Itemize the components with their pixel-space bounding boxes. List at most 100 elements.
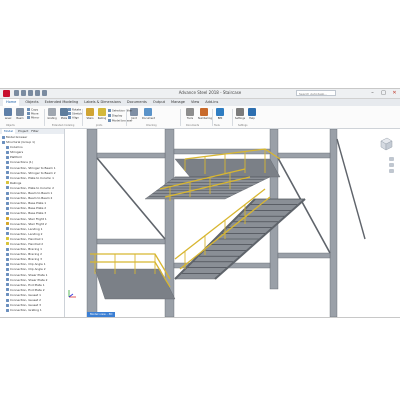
tree-item-label: Connection, Base Plate 1 <box>10 201 47 206</box>
title-bar: Advance Steel 2018 - Staircase Search Au… <box>0 89 400 99</box>
joint-icon <box>6 303 9 307</box>
joint-icon <box>6 262 9 266</box>
railing-icon <box>6 181 9 185</box>
document-button[interactable]: Document <box>142 108 155 120</box>
joint-icon <box>6 166 9 170</box>
tree-item-label: Connection, Base Plate 2 <box>10 206 47 211</box>
selection-filter-button[interactable]: Selection filter <box>108 109 132 113</box>
steel-beam <box>96 238 166 245</box>
joint-icon <box>6 201 9 205</box>
railing-icon <box>6 242 9 246</box>
ribbon-button-label: Tools <box>186 117 194 120</box>
ribbon-tab-add-ins[interactable]: Add-ins <box>205 99 218 106</box>
tools-button[interactable]: Tools <box>184 108 196 120</box>
staircase-3d-model[interactable] <box>65 129 400 317</box>
beam-button[interactable]: Beam <box>14 108 26 120</box>
stairs-icon <box>86 108 94 116</box>
ribbon-tab-manage[interactable]: Manage <box>171 99 185 106</box>
ribbon-separator <box>82 109 83 126</box>
app-logo-icon[interactable] <box>3 90 10 97</box>
search-input[interactable]: Search Autodesk... <box>296 90 336 96</box>
ribbon-small-label: Model browser <box>112 118 133 123</box>
panel-tab-filter[interactable]: Filter <box>31 129 38 134</box>
ribbon-tab-output[interactable]: Output <box>153 99 165 106</box>
save-icon[interactable] <box>28 90 33 96</box>
ribbon-tab-view[interactable]: View <box>191 99 199 106</box>
copy-icon <box>27 108 30 111</box>
orbit-icon[interactable] <box>389 169 394 173</box>
minimize-button[interactable]: – <box>369 90 376 96</box>
undo-icon[interactable] <box>35 90 40 96</box>
help-button[interactable]: Help <box>246 108 258 120</box>
tree-item-label: Connection, Handrail 2 <box>10 241 44 246</box>
ribbon-button-label: BIM <box>217 117 223 120</box>
plate-icon <box>60 108 68 116</box>
railing-button[interactable]: Railing <box>96 108 108 120</box>
ribbon-small-label: Align <box>72 115 80 120</box>
stairs-button[interactable]: Stairs <box>84 108 96 120</box>
joint-icon <box>6 160 9 164</box>
ribbon-tab-extended-modeling[interactable]: Extended Modeling <box>45 99 79 106</box>
numbering-button[interactable]: Numbering <box>198 108 212 120</box>
stairs-icon <box>6 222 9 226</box>
ribbon-button-label: Settings <box>234 117 246 120</box>
tree-item-label: Connection, Base Plate 3 <box>10 211 47 216</box>
joint-icon <box>6 298 9 302</box>
align-button[interactable]: Align <box>68 116 79 120</box>
3d-viewport[interactable]: Model view - 3D <box>65 129 400 317</box>
tree-item-label: Connection, Beam to Beam 1 <box>10 191 53 196</box>
zoom-icon[interactable] <box>389 163 394 167</box>
model-browser-button[interactable]: Model browser <box>108 119 132 123</box>
close-button[interactable]: ✕ <box>391 90 398 96</box>
level-button[interactable]: Level <box>2 108 14 120</box>
grating-button[interactable]: Grating <box>46 108 58 120</box>
ribbon: Level Beam Grating Plate Stairs Railing Joint D… <box>0 106 400 129</box>
tree-item-label: Connection, Plate to Column 1 <box>10 175 54 180</box>
panel-tab-project[interactable]: Project <box>18 129 28 134</box>
ribbon-tab-labels-dimensions[interactable]: Labels & Dimensions <box>84 99 121 106</box>
bim-button[interactable]: BIM <box>214 108 226 120</box>
tree-item-label: Connection, End Plate 2 <box>10 287 45 292</box>
tree-item-label: Connection, Bracing 3 <box>10 257 42 262</box>
maximize-button[interactable]: □ <box>380 90 387 96</box>
pan-icon[interactable] <box>389 157 394 161</box>
new-icon[interactable] <box>14 90 19 96</box>
ribbon-button-label: Plate <box>60 117 68 120</box>
grating-icon <box>48 108 56 116</box>
ribbon-tab-documents[interactable]: Documents <box>127 99 147 106</box>
tree-item-label: Connection, End Plate 1 <box>10 282 45 287</box>
redo-icon[interactable] <box>42 90 47 96</box>
settings-button[interactable]: Settings <box>234 108 246 120</box>
plate-icon <box>6 227 9 231</box>
ribbon-small-label: Selection filter <box>112 108 133 113</box>
display-icon <box>108 114 111 117</box>
ribbon-tab-home[interactable]: Home <box>3 99 20 106</box>
quick-access-toolbar <box>14 90 47 96</box>
tree-item-label: Railings <box>10 180 22 185</box>
ribbon-button-label: Grating <box>47 117 57 120</box>
tree-item-label: Platform <box>10 155 23 160</box>
upper-landing-grating <box>174 158 281 178</box>
joint-icon <box>6 191 9 195</box>
settings-icon <box>236 108 244 116</box>
mirror-button[interactable]: Mirror <box>27 116 39 120</box>
beam-icon <box>16 108 24 116</box>
joint-icon <box>6 196 9 200</box>
window-controls: – □ ✕ <box>369 90 398 96</box>
tree-item-label: Connection, Shear Plate 2 <box>10 277 48 282</box>
ribbon-group-label: Settings <box>238 124 248 127</box>
ribbon-tab-objects[interactable]: Objects <box>25 99 38 106</box>
tree-item[interactable]: Connection, Grating 1 <box>0 308 64 313</box>
panel-tab-model[interactable]: Model <box>2 129 16 134</box>
joint-icon <box>6 211 9 215</box>
ribbon-separator <box>212 109 213 126</box>
tree-item-label: Connection, Gusset 3 <box>10 303 41 308</box>
viewcube-icon[interactable] <box>378 136 394 152</box>
mirror-icon <box>27 116 30 119</box>
viewport-tab[interactable]: Model view - 3D <box>87 312 116 317</box>
joint-icon <box>6 273 9 277</box>
tree-item-label: Model browser <box>6 135 28 139</box>
open-icon[interactable] <box>21 90 26 96</box>
steel-column <box>329 129 338 317</box>
display-button[interactable]: Display <box>108 114 122 118</box>
